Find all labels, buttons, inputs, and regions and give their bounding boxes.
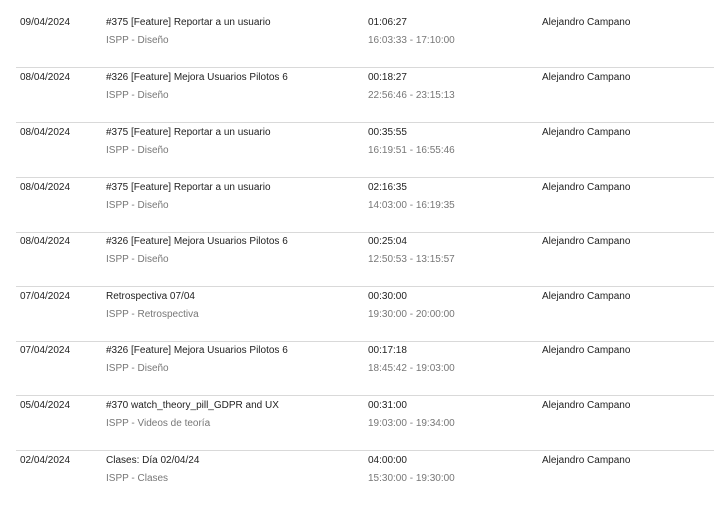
entry-time-range: 12:50:53 - 13:15:57 [368, 254, 455, 265]
entry-task: #375 [Feature] Reportar a un usuario [106, 182, 271, 193]
time-entry-row: 05/04/2024 #370 watch_theory_pill_GDPR a… [16, 396, 714, 451]
entry-duration: 00:25:04 [368, 236, 407, 247]
entry-time-range: 18:45:42 - 19:03:00 [368, 363, 455, 374]
time-entry-row: 08/04/2024 #326 [Feature] Mejora Usuario… [16, 68, 714, 123]
time-entry-row: 08/04/2024 #326 [Feature] Mejora Usuario… [16, 232, 714, 287]
entry-project: ISPP - Diseño [106, 90, 169, 101]
entry-task: #326 [Feature] Mejora Usuarios Pilotos 6 [106, 345, 288, 356]
entry-project: ISPP - Diseño [106, 254, 169, 265]
entry-duration: 00:17:18 [368, 345, 407, 356]
entry-task: #326 [Feature] Mejora Usuarios Pilotos 6 [106, 236, 288, 247]
entry-project: ISPP - Diseño [106, 363, 169, 374]
entry-task: #370 watch_theory_pill_GDPR and UX [106, 400, 279, 411]
entry-project: ISPP - Diseño [106, 35, 169, 46]
entry-project: ISPP - Diseño [106, 200, 169, 211]
entry-time-range: 19:30:00 - 20:00:00 [368, 309, 455, 320]
entry-date: 08/04/2024 [20, 236, 71, 247]
entry-user: Alejandro Campano [542, 127, 631, 138]
entry-user: Alejandro Campano [542, 182, 631, 193]
entry-user: Alejandro Campano [542, 455, 631, 466]
entry-time-range: 15:30:00 - 19:30:00 [368, 473, 455, 484]
entry-task: #375 [Feature] Reportar a un usuario [106, 127, 271, 138]
entry-date: 07/04/2024 [20, 291, 71, 302]
time-entry-row: 08/04/2024 #375 [Feature] Reportar a un … [16, 178, 714, 233]
entry-date: 08/04/2024 [20, 182, 71, 193]
entry-user: Alejandro Campano [542, 72, 631, 83]
entry-user: Alejandro Campano [542, 291, 631, 302]
entry-duration: 00:35:55 [368, 127, 407, 138]
entry-duration: 00:30:00 [368, 291, 407, 302]
time-entry-row: 09/04/2024 #375 [Feature] Reportar a un … [16, 13, 714, 68]
entry-date: 08/04/2024 [20, 72, 71, 83]
entry-task: #375 [Feature] Reportar a un usuario [106, 17, 271, 28]
entry-date: 02/04/2024 [20, 455, 71, 466]
entry-user: Alejandro Campano [542, 400, 631, 411]
entry-time-range: 16:03:33 - 17:10:00 [368, 35, 455, 46]
entry-duration: 02:16:35 [368, 182, 407, 193]
entry-duration: 00:18:27 [368, 72, 407, 83]
entry-time-range: 16:19:51 - 16:55:46 [368, 145, 455, 156]
entry-date: 05/04/2024 [20, 400, 71, 411]
time-entry-row: 07/04/2024 Retrospectiva 07/04 ISPP - Re… [16, 287, 714, 342]
entry-date: 07/04/2024 [20, 345, 71, 356]
entry-project: ISPP - Videos de teoría [106, 418, 211, 429]
entry-project: ISPP - Diseño [106, 145, 169, 156]
entry-time-range: 19:03:00 - 19:34:00 [368, 418, 455, 429]
entry-project: ISPP - Clases [106, 473, 169, 484]
entry-time-range: 14:03:00 - 16:19:35 [368, 200, 455, 211]
time-entries-report: 09/04/2024 #375 [Feature] Reportar a un … [0, 0, 724, 521]
entry-duration: 04:00:00 [368, 455, 407, 466]
entry-duration: 01:06:27 [368, 17, 407, 28]
entry-user: Alejandro Campano [542, 345, 631, 356]
entry-date: 08/04/2024 [20, 127, 71, 138]
time-entry-row: 08/04/2024 #375 [Feature] Reportar a un … [16, 123, 714, 178]
entry-task: Retrospectiva 07/04 [106, 291, 195, 302]
entry-project: ISPP - Retrospectiva [106, 309, 199, 320]
entry-user: Alejandro Campano [542, 236, 631, 247]
entry-date: 09/04/2024 [20, 17, 71, 28]
entry-task: #326 [Feature] Mejora Usuarios Pilotos 6 [106, 72, 288, 83]
entry-task: Clases: Día 02/04/24 [106, 455, 200, 466]
entry-duration: 00:31:00 [368, 400, 407, 411]
entry-user: Alejandro Campano [542, 17, 631, 28]
entry-time-range: 22:56:46 - 23:15:13 [368, 90, 455, 101]
time-entry-row: 07/04/2024 #326 [Feature] Mejora Usuario… [16, 341, 714, 396]
time-entry-row: 02/04/2024 Clases: Día 02/04/24 ISPP - C… [16, 451, 714, 506]
